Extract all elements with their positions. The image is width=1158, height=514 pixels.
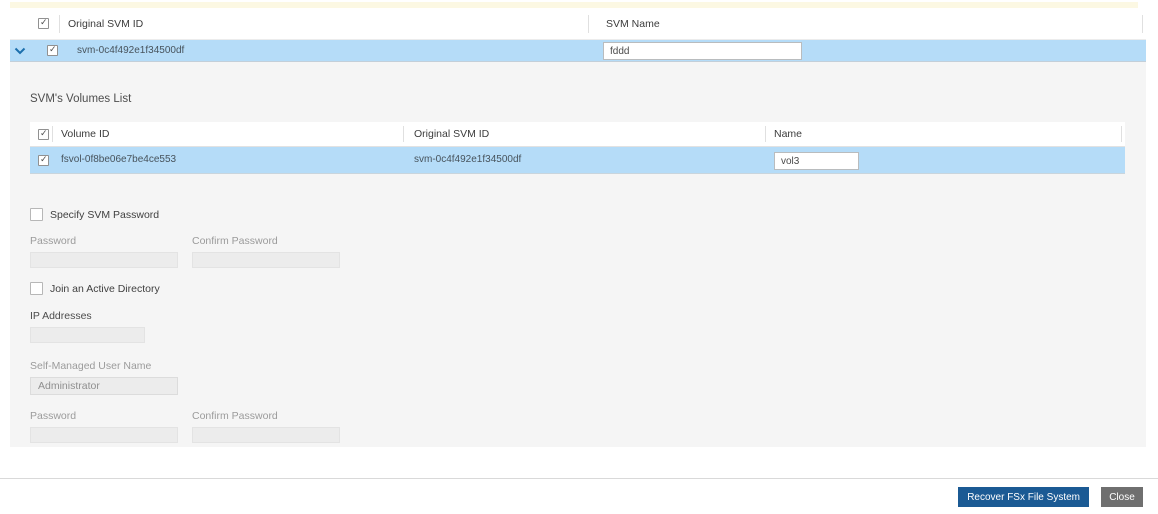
svm-expanded-panel: SVM's Volumes List Volume ID Original SV… — [10, 62, 1146, 447]
recover-fsx-button[interactable]: Recover FSx File System — [958, 487, 1089, 507]
svm-name-input[interactable] — [603, 42, 802, 60]
volume-row[interactable]: fsvol-0f8be06e7be4ce553 svm-0c4f492e1f34… — [30, 147, 1125, 174]
ad-password-label: Password — [30, 410, 77, 422]
svm-row[interactable]: svm-0c4f492e1f34500df — [10, 40, 1146, 62]
column-header-volume-original-svm-id: Original SVM ID — [403, 126, 765, 142]
svm-confirm-password-label: Confirm Password — [192, 235, 278, 247]
volumes-table: Volume ID Original SVM ID Name fsvol-0f8… — [30, 122, 1125, 174]
column-header-svm-name: SVM Name — [588, 14, 1142, 33]
column-header-volume-name: Name — [765, 126, 1121, 142]
self-managed-user-name-input[interactable] — [30, 377, 178, 395]
chevron-down-icon[interactable] — [14, 47, 26, 55]
self-managed-user-name-label: Self-Managed User Name — [30, 360, 152, 372]
join-active-directory-option[interactable]: Join an Active Directory — [30, 282, 1146, 295]
svm-confirm-password-input[interactable] — [192, 252, 340, 268]
ad-confirm-password-label: Confirm Password — [192, 410, 278, 422]
ad-password-input[interactable] — [30, 427, 178, 443]
specify-svm-password-label: Specify SVM Password — [50, 208, 160, 221]
footer-divider — [0, 478, 1158, 479]
column-header-volume-id: Volume ID — [52, 126, 403, 142]
specify-svm-password-checkbox[interactable] — [30, 208, 43, 221]
ip-addresses-label: IP Addresses — [30, 310, 92, 322]
svm-row-checkbox[interactable] — [47, 44, 58, 56]
svm-select-all-checkbox[interactable] — [38, 17, 49, 29]
volume-select-all-checkbox[interactable] — [38, 128, 49, 140]
ip-addresses-input[interactable] — [30, 327, 145, 343]
footer-buttons: Recover FSx File System Close — [958, 487, 1143, 507]
recover-fsx-dialog: Original SVM ID SVM Name svm-0c4f492e1f3… — [10, 0, 1146, 447]
ad-confirm-password-input[interactable] — [192, 427, 340, 443]
volumes-header-endcap — [1121, 126, 1125, 142]
volume-row-original-svm-id: svm-0c4f492e1f34500df — [414, 154, 522, 165]
join-active-directory-label: Join an Active Directory — [50, 282, 160, 295]
volumes-table-header: Volume ID Original SVM ID Name — [30, 122, 1125, 147]
volumes-list-title: SVM's Volumes List — [30, 93, 132, 105]
specify-svm-password-option[interactable]: Specify SVM Password — [30, 208, 1146, 221]
volume-name-input[interactable] — [774, 152, 859, 170]
svm-options-form: Specify SVM Password Password Confirm Pa… — [10, 208, 1146, 443]
volume-row-id: fsvol-0f8be06e7be4ce553 — [61, 154, 177, 165]
volume-row-checkbox[interactable] — [38, 154, 49, 166]
column-header-original-svm-id: Original SVM ID — [59, 14, 588, 33]
svm-row-original-id: svm-0c4f492e1f34500df — [77, 45, 185, 56]
svm-table-header: Original SVM ID SVM Name — [10, 8, 1146, 40]
close-button[interactable]: Close — [1101, 487, 1143, 507]
svm-password-label: Password — [30, 235, 77, 247]
header-endcap — [1142, 14, 1146, 33]
svm-password-input[interactable] — [30, 252, 178, 268]
join-active-directory-checkbox[interactable] — [30, 282, 43, 295]
svm-table: Original SVM ID SVM Name svm-0c4f492e1f3… — [10, 8, 1146, 62]
